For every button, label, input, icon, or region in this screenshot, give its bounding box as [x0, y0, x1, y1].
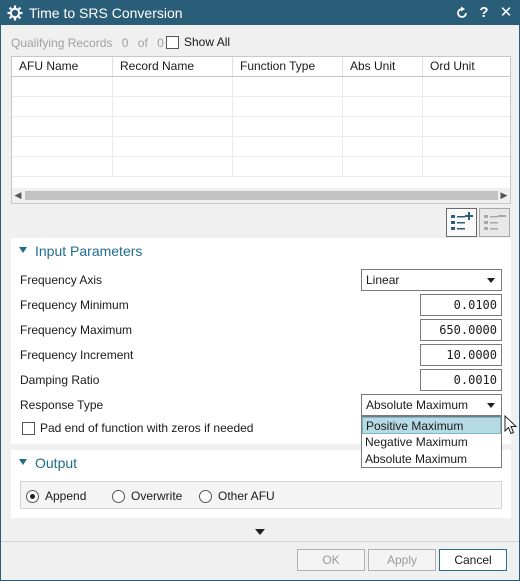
overwrite-radio-dot[interactable]: [112, 489, 125, 503]
help-icon[interactable]: ?: [475, 4, 493, 22]
pad-zeros-label: Pad end of function with zeros if needed: [40, 421, 254, 435]
records-table[interactable]: AFU Name Record Name Function Type Abs U…: [11, 56, 511, 204]
table-header: AFU Name Record Name Function Type Abs U…: [12, 57, 510, 77]
list-add-icon: [451, 212, 473, 230]
other-afu-radio-dot[interactable]: [199, 489, 212, 503]
damping-ratio-field[interactable]: 0.0010: [420, 369, 502, 391]
frequency-increment-field[interactable]: 10.0000: [420, 344, 502, 366]
footer-divider: [1, 541, 519, 542]
response-type-dropdown[interactable]: Positive Maximum Negative Maximum Absolu…: [361, 416, 502, 468]
damping-ratio-label: Damping Ratio: [20, 373, 100, 387]
column-header-function-type[interactable]: Function Type: [233, 57, 343, 76]
dialog: Time to SRS Conversion ? ✕ Qualifying Re…: [0, 0, 520, 581]
frequency-minimum-field[interactable]: 0.0100: [420, 294, 502, 316]
window-title: Time to SRS Conversion: [29, 5, 183, 21]
frequency-maximum-field[interactable]: 650.0000: [420, 319, 502, 341]
response-type-select[interactable]: Absolute Maximum: [361, 394, 502, 416]
response-type-value: Absolute Maximum: [366, 398, 469, 412]
mouse-pointer-icon: [504, 415, 518, 435]
append-radio-dot[interactable]: [26, 489, 39, 503]
frequency-minimum-label: Frequency Minimum: [20, 298, 129, 312]
pad-zeros-box[interactable]: [22, 421, 35, 435]
table-row: [12, 77, 510, 97]
qualifying-of: of: [137, 36, 148, 50]
scroll-left-icon[interactable]: ◀: [13, 190, 23, 201]
other-afu-label: Other AFU: [218, 489, 275, 503]
frequency-maximum-label: Frequency Maximum: [20, 323, 133, 337]
column-header-abs-unit[interactable]: Abs Unit: [343, 57, 423, 76]
output-title: Output: [35, 455, 78, 471]
dropdown-option-negative-maximum[interactable]: Negative Maximum: [362, 434, 501, 451]
scrollbar-thumb[interactable]: [25, 191, 498, 200]
overwrite-label: Overwrite: [131, 489, 183, 503]
add-list-columns-button[interactable]: [446, 208, 477, 237]
pad-zeros-checkbox[interactable]: Pad end of function with zeros if needed: [22, 421, 253, 435]
frequency-axis-label: Frequency Axis: [20, 273, 103, 287]
qualifying-total: 0: [157, 36, 164, 50]
show-all-box[interactable]: [166, 35, 179, 49]
frequency-axis-value: Linear: [366, 273, 400, 287]
qualifying-count: 0: [121, 36, 129, 50]
output-options: Append Overwrite Other AFU: [20, 481, 502, 509]
table-row: [12, 137, 510, 157]
column-header-ord-unit[interactable]: Ord Unit: [423, 57, 510, 76]
chevron-down-icon: [487, 278, 495, 283]
input-parameters-header[interactable]: Input Parameters: [11, 238, 511, 264]
table-row: [12, 157, 510, 177]
list-remove-icon: [484, 215, 506, 230]
response-type-label: Response Type: [20, 398, 104, 412]
close-icon[interactable]: ✕: [497, 4, 515, 22]
overwrite-radio[interactable]: Overwrite: [112, 489, 182, 503]
table-row: [12, 97, 510, 117]
append-radio[interactable]: Append: [26, 489, 86, 503]
reset-icon[interactable]: [453, 4, 471, 22]
frequency-axis-select[interactable]: Linear: [361, 269, 502, 291]
append-label: Append: [45, 489, 87, 503]
table-row: [12, 117, 510, 137]
input-parameters-title: Input Parameters: [35, 243, 143, 259]
cancel-button[interactable]: Cancel: [439, 549, 507, 571]
qualifying-records: Qualifying Records 0 of 0: [11, 36, 170, 50]
dropdown-option-absolute-maximum[interactable]: Absolute Maximum: [362, 451, 501, 468]
scroll-right-icon[interactable]: ▶: [499, 190, 509, 201]
apply-button[interactable]: Apply: [368, 549, 436, 571]
other-afu-radio[interactable]: Other AFU: [199, 489, 275, 503]
collapse-triangle-icon: [19, 247, 27, 253]
gear-icon: [7, 5, 23, 21]
expand-more-icon[interactable]: [255, 529, 265, 535]
remove-list-columns-button[interactable]: [479, 208, 510, 237]
show-all-checkbox[interactable]: Show All: [166, 35, 230, 49]
chevron-down-icon: [487, 403, 495, 408]
show-all-label: Show All: [184, 35, 231, 49]
horizontal-scrollbar[interactable]: ◀ ▶: [12, 188, 510, 203]
ok-button[interactable]: OK: [297, 549, 365, 571]
column-header-record-name[interactable]: Record Name: [113, 57, 233, 76]
title-bar: Time to SRS Conversion ? ✕: [1, 1, 519, 25]
collapse-triangle-icon: [19, 459, 27, 465]
dropdown-option-positive-maximum[interactable]: Positive Maximum: [362, 417, 501, 434]
qualifying-label: Qualifying Records: [11, 36, 113, 50]
frequency-increment-label: Frequency Increment: [20, 348, 134, 362]
column-header-afu-name[interactable]: AFU Name: [12, 57, 113, 76]
